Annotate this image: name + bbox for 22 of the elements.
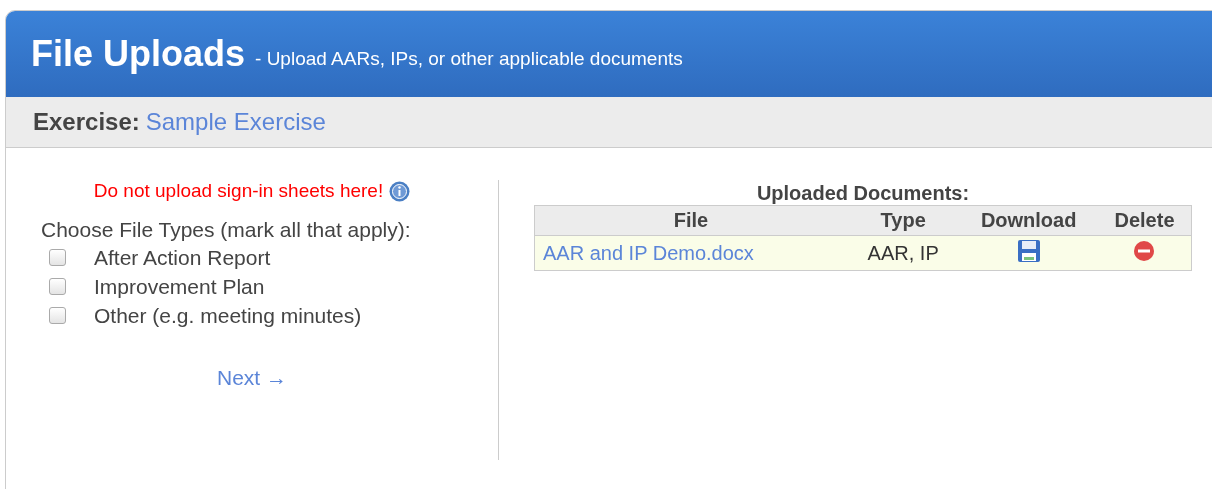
checkbox[interactable] — [49, 249, 66, 266]
column-header: Delete — [1097, 205, 1192, 236]
option-label: Other (e.g. meeting minutes) — [94, 303, 362, 328]
option-label: Improvement Plan — [94, 274, 265, 299]
next-link[interactable]: Next → — [217, 366, 287, 390]
table-cell: AAR, IP — [847, 235, 960, 271]
file-types-label: Choose File Types (mark all that apply): — [41, 218, 411, 242]
delete-icon[interactable] — [1133, 239, 1156, 262]
page-title: File Uploads — [31, 33, 246, 75]
column-header: File — [534, 205, 847, 236]
exercise-label: Exercise: — [33, 108, 140, 136]
column-header: Download — [959, 205, 1098, 236]
info-icon[interactable] — [389, 180, 411, 202]
page-subtitle: - Upload AARs, IPs, or other applicable documents — [255, 48, 683, 70]
column-header: Type — [847, 205, 960, 236]
file-link[interactable]: AAR and IP Demo.docx — [543, 241, 754, 264]
uploaded-title: Uploaded Documents: — [756, 182, 970, 205]
exercise-name: Sample Exercise — [145, 108, 326, 136]
checkbox[interactable] — [49, 278, 66, 295]
option-label: After Action Report — [94, 245, 271, 270]
warning-text: Do not upload sign-in sheets here! — [93, 180, 384, 202]
checkbox[interactable] — [49, 307, 66, 324]
